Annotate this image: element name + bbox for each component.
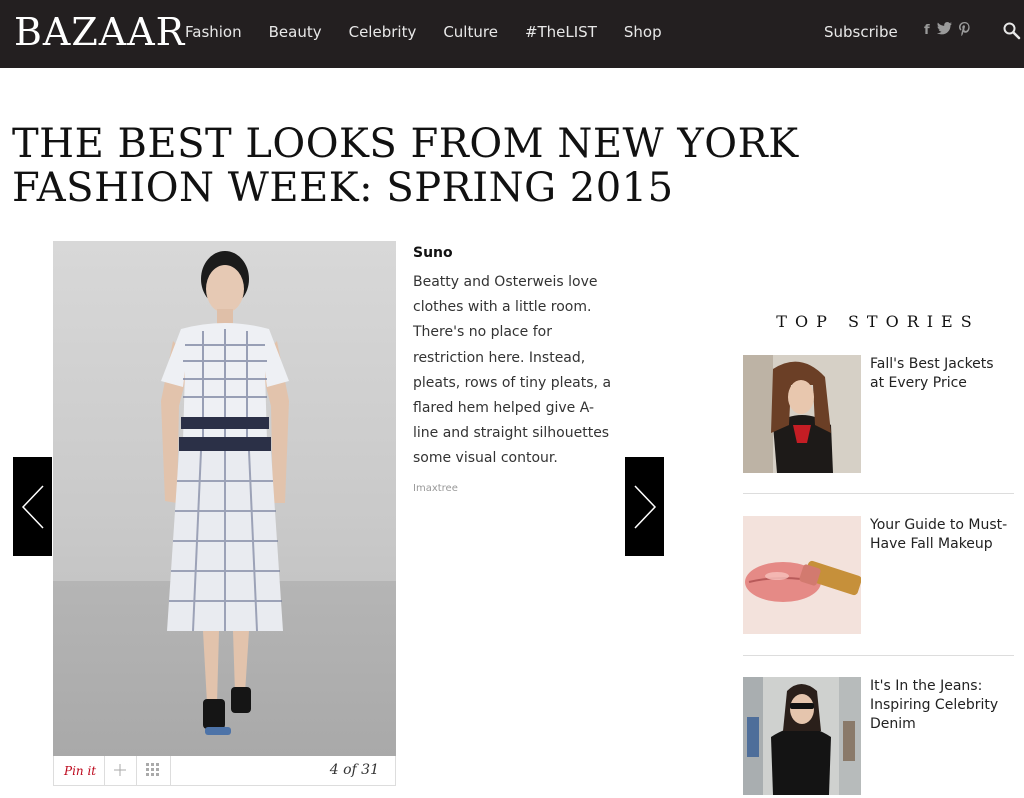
runway-model-illustration bbox=[161, 251, 289, 735]
plus-icon[interactable] bbox=[112, 762, 128, 778]
nav-item-celebrity[interactable]: Celebrity bbox=[349, 22, 417, 42]
slide-photo[interactable] bbox=[53, 241, 396, 756]
story-thumbnail[interactable] bbox=[743, 677, 861, 795]
social-links: f bbox=[924, 22, 970, 42]
slide-toolbar: Pin it 4 of 31 bbox=[53, 756, 396, 786]
toolbar-divider bbox=[104, 756, 105, 785]
pinterest-icon[interactable] bbox=[958, 22, 970, 42]
story-thumbnail[interactable] bbox=[743, 516, 861, 634]
pin-it-button[interactable]: Pin it bbox=[64, 764, 96, 778]
nav-item-fashion[interactable]: Fashion bbox=[185, 22, 242, 42]
slide-caption: Suno Beatty and Osterweis love clothes w… bbox=[413, 243, 623, 494]
page-title: THE BEST LOOKS FROM NEW YORK FASHION WEE… bbox=[12, 121, 799, 211]
story-item[interactable]: Your Guide to Must-Have Fall Makeup bbox=[743, 516, 1014, 634]
toolbar-divider bbox=[136, 756, 137, 785]
story-title[interactable]: It's In the Jeans: Inspiring Celebrity D… bbox=[870, 677, 1010, 734]
designer-name: Suno bbox=[413, 245, 453, 261]
grid-icon[interactable] bbox=[146, 763, 160, 777]
previous-slide-button[interactable] bbox=[13, 457, 52, 556]
nav-item-culture[interactable]: Culture bbox=[443, 22, 498, 42]
toolbar-divider bbox=[170, 756, 171, 785]
story-thumbnail[interactable] bbox=[743, 355, 861, 473]
main-nav: Fashion Beauty Celebrity Culture #TheLIS… bbox=[185, 22, 689, 42]
story-divider bbox=[743, 493, 1014, 494]
bazaar-logo[interactable]: BAZAAR bbox=[14, 8, 185, 56]
slide-description: Beatty and Osterweis love clothes with a… bbox=[413, 274, 612, 467]
next-slide-button[interactable] bbox=[625, 457, 664, 556]
top-stories-heading: TOP STORIES bbox=[776, 312, 980, 331]
chevron-right-icon bbox=[634, 485, 657, 529]
story-divider bbox=[743, 655, 1014, 656]
top-navigation-bar: BAZAAR Fashion Beauty Celebrity Culture … bbox=[0, 0, 1024, 68]
nav-item-shop[interactable]: Shop bbox=[624, 22, 662, 42]
story-title[interactable]: Fall's Best Jackets at Every Price bbox=[870, 355, 1010, 393]
subscribe-link[interactable]: Subscribe bbox=[824, 22, 898, 42]
story-item[interactable]: It's In the Jeans: Inspiring Celebrity D… bbox=[743, 677, 1014, 795]
chevron-left-icon bbox=[21, 485, 44, 529]
search-icon[interactable] bbox=[1003, 22, 1021, 40]
nav-item-beauty[interactable]: Beauty bbox=[269, 22, 322, 42]
facebook-icon[interactable]: f bbox=[924, 22, 930, 42]
twitter-icon[interactable] bbox=[936, 22, 952, 42]
nav-item-thelist[interactable]: #TheLIST bbox=[525, 22, 597, 42]
photo-credit: Imaxtree bbox=[413, 482, 458, 494]
slide-counter: 4 of 31 bbox=[329, 762, 379, 778]
story-item[interactable]: Fall's Best Jackets at Every Price bbox=[743, 355, 1014, 473]
story-title[interactable]: Your Guide to Must-Have Fall Makeup bbox=[870, 516, 1010, 554]
